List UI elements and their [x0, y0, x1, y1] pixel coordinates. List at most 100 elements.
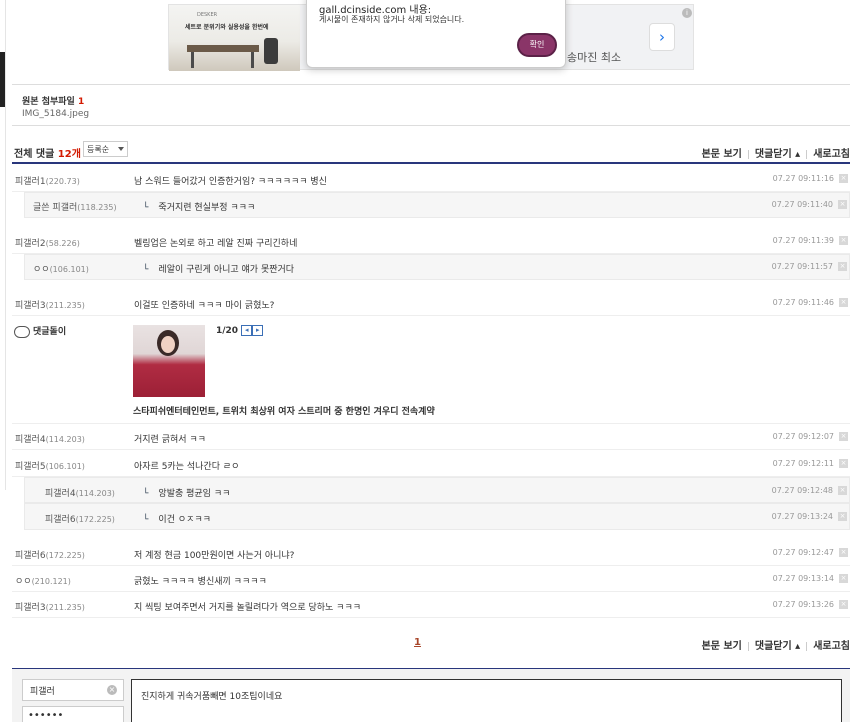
- delete-icon[interactable]: ×: [839, 298, 848, 307]
- comment-date: 07.27 09:12:07: [772, 432, 834, 441]
- view-post-button[interactable]: 본문 보기: [702, 637, 742, 652]
- comment-row: ㅇㅇ(210.121) 긁혔노 ㅋㅋㅋㅋ 병신새끼 ㅋㅋㅋㅋ 07.27 09:…: [12, 566, 850, 592]
- ad-desk-shape: [187, 45, 259, 52]
- ad-text: 송마진 최소: [567, 51, 622, 64]
- comment-nick: 피갤러5: [15, 462, 46, 472]
- comment-date: 07.27 09:13:24: [771, 512, 833, 521]
- comment-ip: (172.225): [45, 551, 85, 560]
- delete-icon[interactable]: ×: [838, 486, 847, 495]
- comment-text: 남 스워드 들어갔거 인증한거임? ㅋㅋㅋㅋㅋㅋ 병신: [134, 177, 327, 187]
- divider: [747, 149, 749, 159]
- page-link-current[interactable]: 1: [414, 637, 421, 648]
- comment-author[interactable]: 피갤러4(114.203): [45, 486, 115, 499]
- comment-author[interactable]: 글쓴 피갤러(118.235): [33, 200, 117, 213]
- ad-info-icon[interactable]: i: [682, 8, 692, 18]
- close-comments-button[interactable]: 댓글닫기 ▴: [755, 145, 800, 160]
- delete-icon[interactable]: ×: [838, 200, 847, 209]
- delete-icon[interactable]: ×: [839, 548, 848, 557]
- dccon-pager: 1/20 ◂ ▸: [216, 325, 264, 336]
- comment-author[interactable]: ㅇㅇ(106.101): [33, 262, 89, 275]
- comment-ip: (211.235): [45, 301, 85, 310]
- comment-options: 본문 보기 댓글닫기 ▴ 새로고침: [702, 145, 850, 160]
- comment-author[interactable]: ㅇㅇ(210.121): [15, 574, 71, 587]
- prev-arrow-icon[interactable]: ◂: [241, 325, 253, 336]
- sort-select[interactable]: 등록순: [83, 141, 128, 157]
- delete-icon[interactable]: ×: [839, 459, 848, 468]
- delete-icon[interactable]: ×: [839, 432, 848, 441]
- comments-count: 12개: [57, 149, 81, 160]
- comment-author[interactable]: 피갤러6(172.225): [45, 512, 115, 525]
- comment-date: 07.27 09:11:46: [772, 298, 834, 307]
- comments-title: 전체 댓글 12개: [14, 145, 81, 160]
- comment-ip: (118.235): [77, 203, 117, 212]
- comment-author[interactable]: 피갤러4(114.203): [15, 432, 85, 445]
- alert-dialog: gall.dcinside.com 내용: 게시물이 존재하지 않거나 삭제 되…: [306, 0, 566, 68]
- comment-row: 피갤러3(211.235) 이걸또 인증하네 ㅋㅋㅋ 마이 긁혔노? 07.27…: [12, 290, 850, 316]
- ad-desk-leg: [191, 52, 194, 68]
- ad-desk-leg: [251, 52, 254, 68]
- reply-row: 피갤러6(172.225) └ 이건 ㅇㅈㅋㅋ 07.27 09:13:24 ×: [24, 503, 850, 530]
- password-input[interactable]: ••••••: [22, 706, 124, 722]
- delete-icon[interactable]: ×: [839, 600, 848, 609]
- comment-nick: 피갤러1: [15, 177, 46, 187]
- comment-ip: (114.203): [45, 435, 85, 444]
- comment-row: 피갤러5(106.101) 아자르 5카는 석나간다 ㄹㅇ 07.27 09:1…: [12, 450, 850, 477]
- comment-date: 07.27 09:11:39: [772, 236, 834, 245]
- dialog-ok-button[interactable]: 확인: [517, 33, 557, 57]
- comment-date: 07.27 09:13:14: [772, 574, 834, 583]
- comment-ip: (210.121): [31, 577, 71, 586]
- dccon-author-name: 댓글돌이: [33, 327, 67, 337]
- nickname-input[interactable]: 피갤러 ×: [22, 679, 124, 701]
- comment-nick: 피갤러4: [15, 435, 46, 445]
- ad-image-headline: 세트로 분위기와 실용성을 한번에: [185, 24, 269, 31]
- reply-row: 피갤러4(114.203) └ 앙발충 평균임 ㅋㅋ 07.27 09:12:48…: [24, 477, 850, 503]
- delete-icon[interactable]: ×: [839, 236, 848, 245]
- comment-nick: 피갤러6: [45, 515, 76, 525]
- comment-textarea[interactable]: 진지하게 귀속거품빼면 10조팁이네요: [131, 679, 842, 722]
- reply-arrow-icon: └: [143, 203, 149, 213]
- next-arrow-icon[interactable]: ▸: [252, 325, 264, 336]
- delete-icon[interactable]: ×: [838, 512, 847, 521]
- comments-title-text: 전체 댓글: [14, 149, 55, 160]
- ad-next-button[interactable]: ›: [649, 23, 675, 51]
- nickname-value: 피갤러: [30, 687, 55, 697]
- sort-value: 등록순: [87, 145, 110, 154]
- dccon-caption[interactable]: 스타피쉬엔터테인먼트, 트위치 최상위 여자 스트리머 중 한명인 겨우디 전속…: [133, 404, 435, 417]
- comment-text: 벨링업은 논외로 하고 레알 진짜 구리긴하네: [134, 239, 298, 249]
- delete-icon[interactable]: ×: [838, 262, 847, 271]
- comment-author[interactable]: 피갤러5(106.101): [15, 459, 85, 472]
- comment-row: 피갤러1(220.73) 남 스워드 들어갔거 인증한거임? ㅋㅋㅋㅋㅋㅋ 병신…: [12, 166, 850, 192]
- comment-author[interactable]: 피갤러6(172.225): [15, 548, 85, 561]
- comment-date: 07.27 09:11:16: [772, 174, 834, 183]
- comment-row: 피갤러6(172.225) 저 계정 현금 100만원이면 사는거 아니냐? 0…: [12, 540, 850, 566]
- comment-date: 07.27 09:11:40: [771, 200, 833, 209]
- comment-ip: (211.235): [45, 603, 85, 612]
- reply-text: └ 앙발충 평균임 ㅋㅋ: [143, 486, 230, 499]
- reply-text: └ 이건 ㅇㅈㅋㅋ: [143, 512, 211, 525]
- view-post-button[interactable]: 본문 보기: [702, 145, 742, 160]
- comment-author[interactable]: 피갤러3(211.235): [15, 298, 85, 311]
- close-comments-button[interactable]: 댓글닫기 ▴: [755, 637, 800, 652]
- refresh-button[interactable]: 새로고침: [813, 145, 850, 160]
- delete-icon[interactable]: ×: [839, 174, 848, 183]
- comment-ip: (58.226): [45, 239, 80, 248]
- comment-nick: 피갤러3: [15, 603, 46, 613]
- comment-author[interactable]: 피갤러1(220.73): [15, 174, 80, 187]
- comment-text: 거지련 긁혀서 ㅋㅋ: [134, 435, 206, 445]
- comment-author[interactable]: 피갤러3(211.235): [15, 600, 85, 613]
- clear-icon[interactable]: ×: [107, 685, 117, 695]
- reply-arrow-icon: └: [143, 265, 149, 275]
- dccon-image[interactable]: [133, 325, 205, 397]
- comment-text: 저 계정 현금 100만원이면 사는거 아니냐?: [134, 551, 295, 561]
- delete-icon[interactable]: ×: [839, 574, 848, 583]
- comment-options-bottom: 본문 보기 댓글닫기 ▴ 새로고침: [702, 637, 850, 652]
- refresh-button[interactable]: 새로고침: [813, 637, 850, 652]
- reply-arrow-icon: └: [143, 489, 149, 499]
- attachment-file-link[interactable]: IMG_5184.jpeg: [22, 109, 89, 119]
- edge-dark-block: [0, 52, 5, 107]
- ad-image[interactable]: DESKER 세트로 분위기와 실용성을 한번에: [169, 5, 300, 71]
- comment-author[interactable]: 피갤러2(58.226): [15, 236, 80, 249]
- comment-text: 죽거지련 현실부정 ㅋㅋㅋ: [158, 203, 256, 213]
- dccon-author: 댓글돌이: [14, 324, 66, 338]
- comment-date: 07.27 09:12:48: [771, 486, 833, 495]
